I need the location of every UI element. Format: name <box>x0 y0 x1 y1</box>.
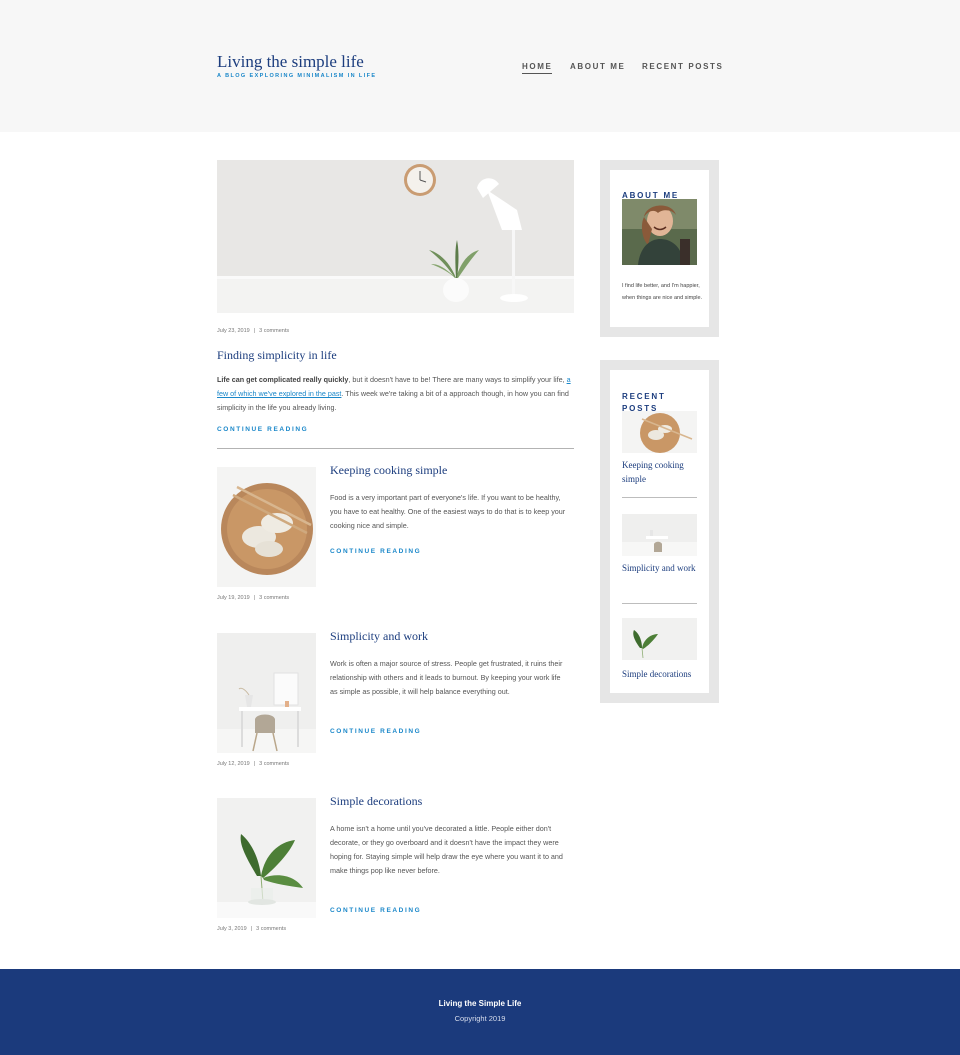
post-date: July 23, 2019 <box>217 328 250 334</box>
content-divider <box>217 448 574 449</box>
comments-link[interactable]: 3 comments <box>259 761 289 767</box>
recent-post-link[interactable]: Simplicity and work <box>622 561 704 575</box>
recent-post-divider <box>622 497 697 498</box>
about-me-widget: ABOUT ME I find life better, and I'm hap… <box>600 160 719 337</box>
nav-about-me[interactable]: ABOUT ME <box>570 62 625 73</box>
featured-post-excerpt: Life can get complicated really quickly,… <box>217 373 574 415</box>
meta-separator: | <box>253 595 256 601</box>
meta-separator: | <box>253 761 256 767</box>
about-me-text: I find life better, and I'm happier, whe… <box>622 283 703 301</box>
meta-separator: | <box>253 328 256 334</box>
recent-post-link[interactable]: Simple decorations <box>622 667 712 681</box>
post-date: July 3, 2019 <box>217 926 247 932</box>
footer-site-title: Living the Simple Life <box>438 999 522 1008</box>
comments-link[interactable]: 3 comments <box>259 328 289 334</box>
nav-recent-posts[interactable]: RECENT POSTS <box>642 62 723 73</box>
site-footer: Living the Simple Life Copyright 2019 <box>0 969 960 1055</box>
comments-link[interactable]: 3 comments <box>256 926 286 932</box>
site-tagline: A BLOG EXPLORING MINIMALISM IN LIFE <box>217 73 377 79</box>
footer-copyright: Copyright 2019 <box>454 1014 506 1023</box>
recent-posts-card: RECENT POSTS Keeping cooking simple Simp… <box>610 370 709 693</box>
meta-separator: | <box>250 926 253 932</box>
about-me-card: ABOUT ME I find life better, and I'm hap… <box>610 170 709 327</box>
post-meta: July 19, 2019 | 3 comments <box>217 595 289 601</box>
excerpt-text: , but it doesn't have to be! There are m… <box>348 375 567 384</box>
recent-post-link[interactable]: Keeping cooking simple <box>622 458 704 486</box>
continue-reading-link[interactable]: CONTINUE READING <box>330 728 421 735</box>
continue-reading-link[interactable]: CONTINUE READING <box>330 907 421 914</box>
post-thumbnail[interactable] <box>217 467 316 587</box>
featured-post-image[interactable] <box>217 160 574 313</box>
post-title[interactable]: Keeping cooking simple <box>330 463 447 478</box>
about-me-photo <box>622 199 697 265</box>
comments-link[interactable]: 3 comments <box>259 595 289 601</box>
recent-post-divider <box>622 603 697 604</box>
post-excerpt: Food is a very important part of everyon… <box>330 493 566 530</box>
recent-post-thumbnail[interactable] <box>622 618 697 660</box>
post-date: July 19, 2019 <box>217 595 250 601</box>
site-header: Living the simple life A BLOG EXPLORING … <box>0 0 960 132</box>
post-excerpt: A home isn't a home until you've decorat… <box>330 824 563 875</box>
featured-post-title[interactable]: Finding simplicity in life <box>217 348 337 363</box>
post-thumbnail[interactable] <box>217 798 316 918</box>
post-meta: July 12, 2019 | 3 comments <box>217 761 289 767</box>
recent-post-thumbnail[interactable] <box>622 514 697 556</box>
nav-home[interactable]: HOME <box>522 62 553 74</box>
recent-posts-widget: RECENT POSTS Keeping cooking simple Simp… <box>600 360 719 703</box>
post-excerpt: Work is often a major source of stress. … <box>330 659 563 696</box>
post-date: July 12, 2019 <box>217 761 250 767</box>
excerpt-bold-text: Life can get complicated really quickly <box>217 375 349 384</box>
post-title[interactable]: Simplicity and work <box>330 629 428 644</box>
continue-reading-link[interactable]: CONTINUE READING <box>330 548 421 555</box>
recent-post-thumbnail[interactable] <box>622 411 697 453</box>
featured-post-meta: July 23, 2019 | 3 comments <box>217 328 289 334</box>
post-title[interactable]: Simple decorations <box>330 794 422 809</box>
post-thumbnail[interactable] <box>217 633 316 753</box>
post-meta: July 3, 2019 | 3 comments <box>217 926 286 932</box>
site-title[interactable]: Living the simple life <box>217 52 364 72</box>
featured-continue-reading-link[interactable]: CONTINUE READING <box>217 426 308 433</box>
